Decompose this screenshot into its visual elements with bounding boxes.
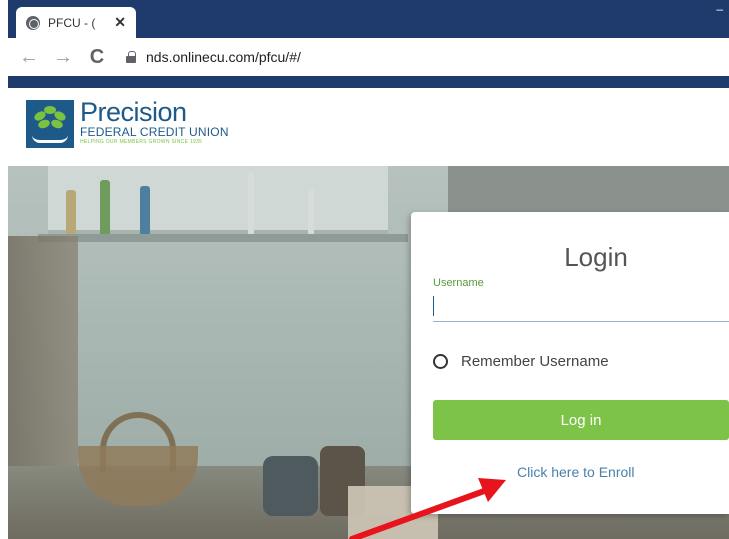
close-icon[interactable]: ✕ bbox=[114, 14, 126, 31]
radio-unchecked-icon[interactable] bbox=[433, 354, 448, 369]
brand-tagline: HELPING OUR MEMBERS GROWN SINCE 1935 bbox=[80, 139, 203, 145]
login-button[interactable]: Log in bbox=[433, 400, 729, 440]
login-card: Login Username Remember Username Log in … bbox=[411, 212, 729, 514]
brand-subtitle: FEDERAL CREDIT UNION bbox=[80, 125, 229, 139]
arrow-left-icon[interactable]: ← bbox=[16, 44, 42, 70]
site-header: Precision FEDERAL CREDIT UNION HELPING O… bbox=[8, 88, 729, 166]
username-input[interactable] bbox=[433, 292, 729, 322]
globe-icon bbox=[26, 15, 40, 30]
tab-title: PFCU - ( bbox=[48, 15, 96, 30]
arrow-right-icon[interactable]: → bbox=[50, 44, 76, 70]
tab-strip: PFCU - ( ✕ – bbox=[8, 0, 729, 38]
reload-icon[interactable]: C bbox=[84, 44, 110, 70]
chrome-divider bbox=[8, 76, 729, 88]
browser-chrome: PFCU - ( ✕ – ← → C nds.onlinecu.com/pfcu… bbox=[0, 0, 729, 88]
brand-logo[interactable]: Precision FEDERAL CREDIT UNION HELPING O… bbox=[26, 97, 229, 148]
browser-toolbar: ← → C nds.onlinecu.com/pfcu/#/ bbox=[8, 38, 729, 76]
remember-username-option[interactable]: Remember Username bbox=[433, 353, 609, 370]
lock-icon[interactable] bbox=[126, 51, 136, 63]
text-caret bbox=[433, 296, 434, 316]
username-label: Username bbox=[433, 277, 484, 289]
login-title: Login bbox=[564, 242, 628, 272]
address-bar[interactable]: nds.onlinecu.com/pfcu/#/ bbox=[146, 49, 301, 65]
minimize-icon[interactable]: – bbox=[716, 2, 723, 16]
remember-username-label[interactable]: Remember Username bbox=[461, 353, 609, 370]
tree-hand-icon bbox=[26, 100, 74, 148]
browser-tab[interactable]: PFCU - ( ✕ bbox=[16, 7, 136, 38]
enroll-link[interactable]: Click here to Enroll bbox=[517, 464, 635, 480]
brand-name: Precision bbox=[80, 97, 187, 127]
